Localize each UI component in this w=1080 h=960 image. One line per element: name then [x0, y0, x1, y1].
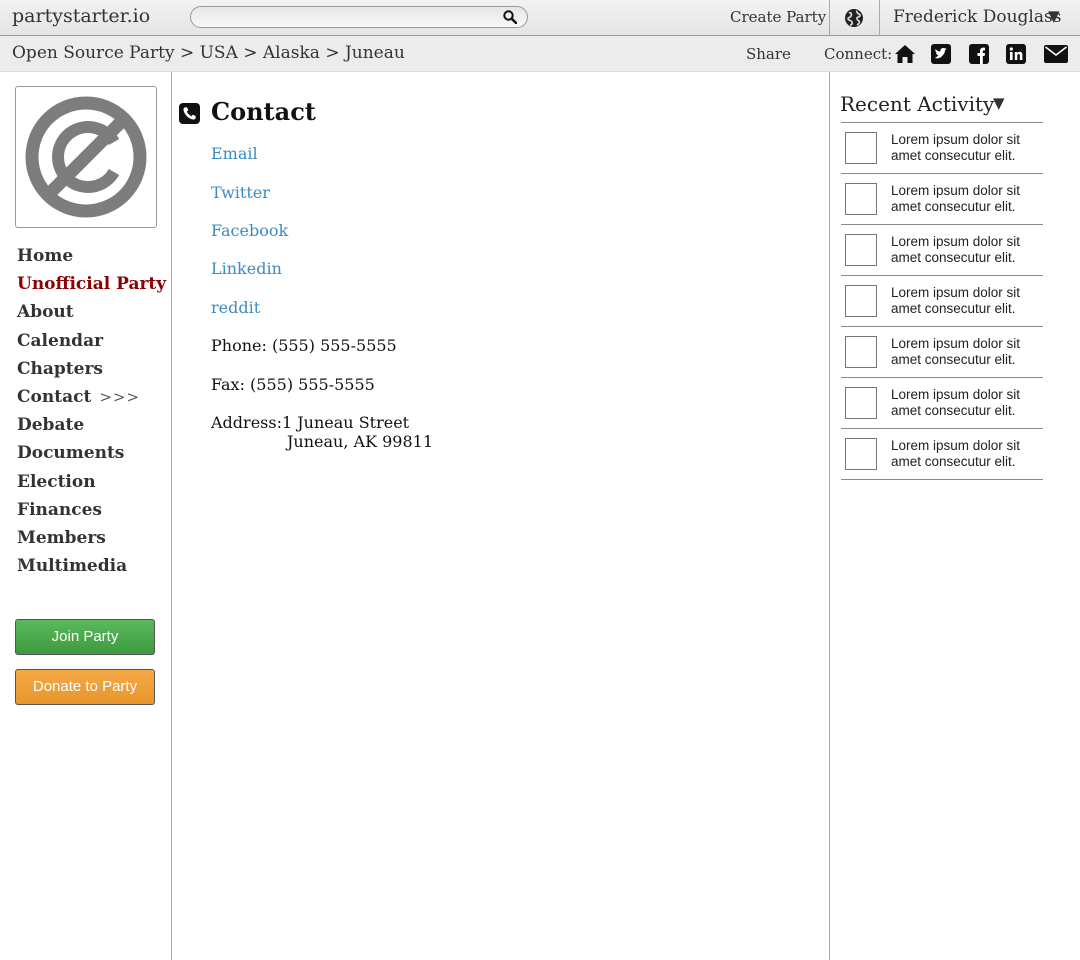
breadcrumb-bar: Open Source Party > USA > Alaska > Junea… — [0, 36, 1080, 72]
phone-number: Phone: (555) 555-5555 — [211, 336, 397, 355]
sidebar-item-contact[interactable]: Contact >>> — [17, 387, 166, 415]
share-button[interactable]: Share — [746, 45, 791, 63]
mail-icon[interactable] — [1044, 45, 1068, 63]
connect-label: Connect: — [824, 45, 893, 63]
sidebar-item-members[interactable]: Members — [17, 528, 166, 556]
address-line1: 1 Juneau Street — [282, 413, 410, 432]
recent-activity-caret-icon[interactable]: ▼ — [993, 94, 1005, 112]
party-avatar — [15, 86, 157, 228]
linkedin-icon[interactable] — [1006, 44, 1026, 64]
user-menu-caret-icon[interactable]: ▼ — [1048, 7, 1060, 25]
sidebar-item-debate[interactable]: Debate — [17, 415, 166, 443]
divider — [829, 0, 830, 36]
sidebar-item-multimedia[interactable]: Multimedia — [17, 556, 166, 584]
activity-thumbnail — [845, 183, 877, 215]
top-bar: partystarter.io Create Party Frederick D… — [0, 0, 1080, 36]
activity-text: Lorem ipsum dolor sit amet consecutur el… — [891, 132, 1021, 163]
sidebar-item-chapters[interactable]: Chapters — [17, 359, 166, 387]
twitter-icon[interactable] — [931, 44, 951, 64]
page-title: Contact — [211, 97, 316, 126]
breadcrumb[interactable]: Open Source Party > USA > Alaska > Junea… — [12, 43, 405, 63]
home-icon[interactable] — [894, 44, 916, 64]
list-item[interactable]: Lorem ipsum dolor sit amet consecutur el… — [841, 225, 1043, 276]
user-menu[interactable]: Frederick Douglass — [893, 7, 1061, 27]
sidebar-nav: Home Unofficial Party About Calendar Cha… — [17, 246, 166, 584]
list-item[interactable]: Lorem ipsum dolor sit amet consecutur el… — [841, 429, 1043, 480]
main-content: Contact Email Twitter Facebook Linkedin … — [172, 72, 829, 960]
activity-list: Lorem ipsum dolor sit amet consecutur el… — [841, 122, 1043, 480]
activity-text: Lorem ipsum dolor sit amet consecutur el… — [891, 285, 1021, 316]
sidebar-item-about[interactable]: About — [17, 302, 166, 330]
sidebar-item-unofficial-party[interactable]: Unofficial Party — [17, 274, 166, 302]
facebook-icon[interactable] — [969, 44, 989, 64]
recent-activity-title[interactable]: Recent Activity — [840, 92, 994, 116]
recent-activity-panel: Recent Activity ▼ Lorem ipsum dolor sit … — [829, 72, 1080, 960]
activity-text: Lorem ipsum dolor sit amet consecutur el… — [891, 438, 1021, 469]
globe-icon[interactable] — [844, 8, 864, 28]
address-line2: Juneau, AK 99811 — [287, 432, 433, 451]
activity-text: Lorem ipsum dolor sit amet consecutur el… — [891, 387, 1021, 418]
list-item[interactable]: Lorem ipsum dolor sit amet consecutur el… — [841, 174, 1043, 225]
activity-thumbnail — [845, 132, 877, 164]
sidebar-item-documents[interactable]: Documents — [17, 443, 166, 471]
activity-thumbnail — [845, 285, 877, 317]
activity-thumbnail — [845, 438, 877, 470]
site-logo[interactable]: partystarter.io — [12, 5, 150, 27]
activity-thumbnail — [845, 336, 877, 368]
sidebar-item-home[interactable]: Home — [17, 246, 166, 274]
list-item[interactable]: Lorem ipsum dolor sit amet consecutur el… — [841, 123, 1043, 174]
twitter-link[interactable]: Twitter — [211, 183, 270, 202]
phone-icon — [179, 103, 200, 124]
sidebar-item-election[interactable]: Election — [17, 472, 166, 500]
linkedin-link[interactable]: Linkedin — [211, 259, 282, 278]
sidebar-item-calendar[interactable]: Calendar — [17, 331, 166, 359]
activity-text: Lorem ipsum dolor sit amet consecutur el… — [891, 336, 1021, 367]
reddit-link[interactable]: reddit — [211, 298, 260, 317]
search-icon[interactable] — [503, 10, 517, 24]
activity-text: Lorem ipsum dolor sit amet consecutur el… — [891, 234, 1021, 265]
list-item[interactable]: Lorem ipsum dolor sit amet consecutur el… — [841, 327, 1043, 378]
donate-button[interactable]: Donate to Party — [15, 669, 155, 705]
address-label: Address: — [211, 413, 282, 432]
divider — [879, 0, 880, 36]
list-item[interactable]: Lorem ipsum dolor sit amet consecutur el… — [841, 276, 1043, 327]
email-link[interactable]: Email — [211, 144, 258, 163]
sidebar-item-finances[interactable]: Finances — [17, 500, 166, 528]
current-page-marker: >>> — [99, 387, 141, 406]
join-party-button[interactable]: Join Party — [15, 619, 155, 655]
activity-thumbnail — [845, 234, 877, 266]
search-input[interactable] — [190, 6, 528, 28]
create-party-link[interactable]: Create Party — [730, 8, 826, 26]
facebook-link[interactable]: Facebook — [211, 221, 288, 240]
list-item[interactable]: Lorem ipsum dolor sit amet consecutur el… — [841, 378, 1043, 429]
no-copyright-icon — [25, 96, 147, 218]
activity-thumbnail — [845, 387, 877, 419]
left-sidebar: Home Unofficial Party About Calendar Cha… — [0, 72, 172, 960]
fax-number: Fax: (555) 555-5555 — [211, 375, 375, 394]
activity-text: Lorem ipsum dolor sit amet consecutur el… — [891, 183, 1021, 214]
